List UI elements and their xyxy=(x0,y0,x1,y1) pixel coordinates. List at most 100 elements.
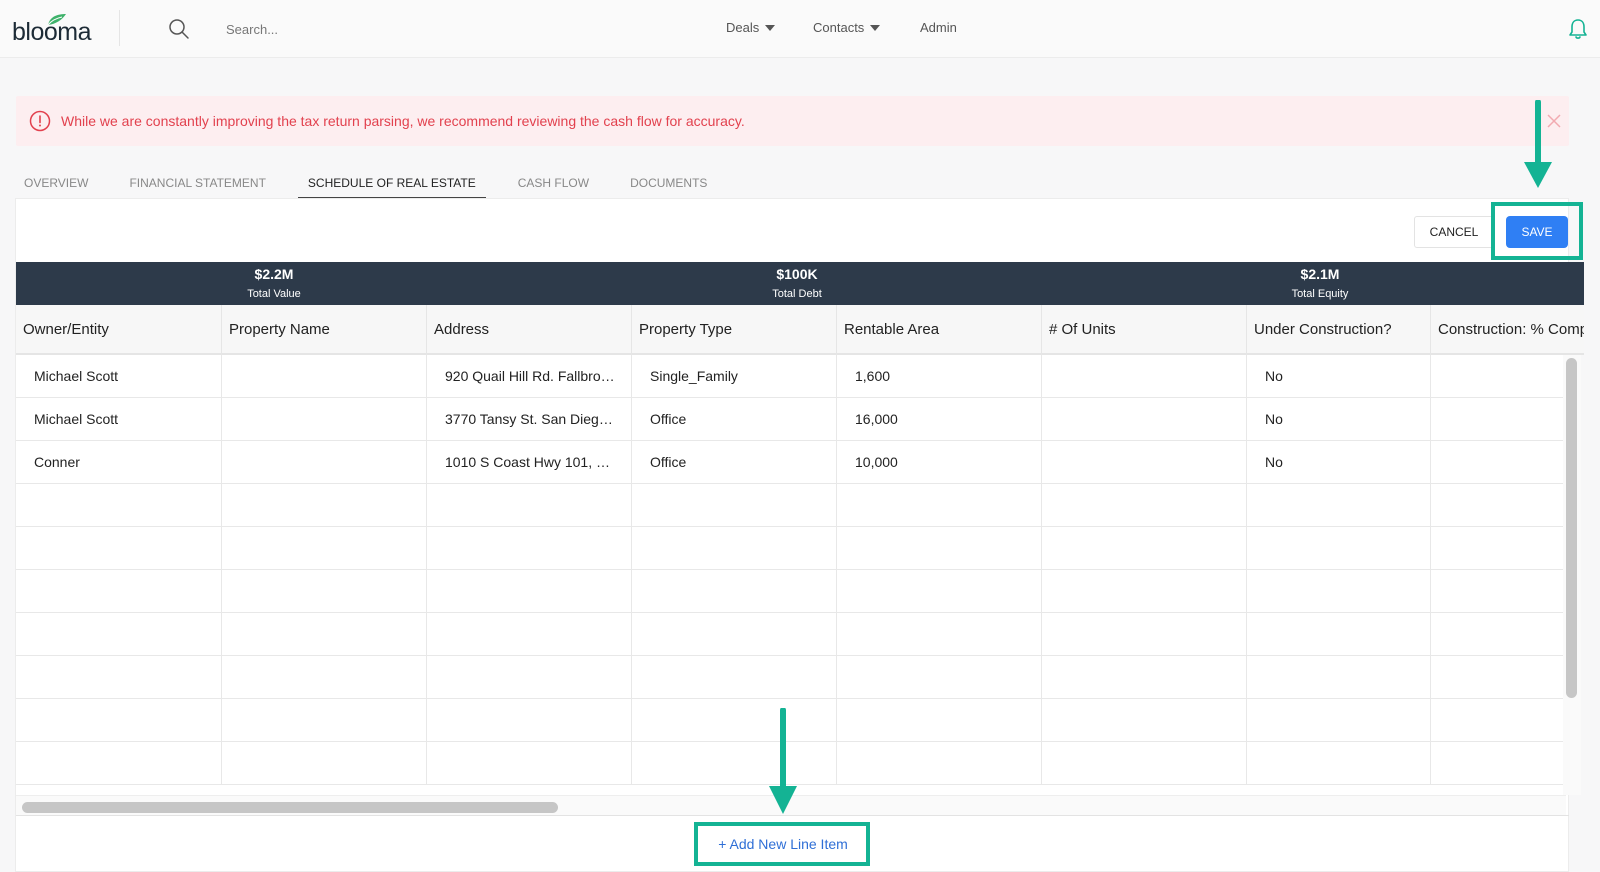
table-cell[interactable] xyxy=(222,484,427,527)
search-icon[interactable] xyxy=(168,18,190,40)
table-cell[interactable] xyxy=(1042,613,1247,656)
table-cell[interactable] xyxy=(1431,742,1566,785)
table-row[interactable] xyxy=(16,484,1566,527)
nav-deals[interactable]: Deals xyxy=(726,20,776,35)
save-button[interactable]: SAVE xyxy=(1506,216,1568,248)
table-cell[interactable] xyxy=(1247,613,1431,656)
table-cell[interactable] xyxy=(427,527,632,570)
table-row[interactable]: Michael Scott 920 Quail Hill Rd. Fallbro…… xyxy=(16,355,1566,398)
column-header[interactable]: Construction: % Comp xyxy=(1431,305,1584,355)
table-cell[interactable] xyxy=(1042,699,1247,742)
table-cell[interactable]: No xyxy=(1247,441,1431,484)
table-cell[interactable] xyxy=(1247,527,1431,570)
column-header[interactable]: Property Type xyxy=(632,305,837,355)
column-header[interactable]: Under Construction? xyxy=(1247,305,1431,355)
table-cell[interactable] xyxy=(1431,699,1566,742)
column-header[interactable]: Address xyxy=(427,305,632,355)
tab-cash-flow[interactable]: CASH FLOW xyxy=(509,164,598,198)
add-new-line-item-button[interactable]: + Add New Line Item xyxy=(700,826,866,862)
table-cell[interactable] xyxy=(632,699,837,742)
table-cell[interactable] xyxy=(1042,527,1247,570)
table-cell[interactable] xyxy=(1042,398,1247,441)
table-row[interactable] xyxy=(16,613,1566,656)
table-cell[interactable] xyxy=(222,570,427,613)
table-cell[interactable] xyxy=(1431,484,1566,527)
table-cell[interactable] xyxy=(1247,699,1431,742)
table-cell[interactable] xyxy=(837,570,1042,613)
table-cell[interactable]: Single_Family xyxy=(632,355,837,398)
table-cell[interactable] xyxy=(222,699,427,742)
column-header[interactable]: Owner/Entity xyxy=(16,305,222,355)
table-cell[interactable] xyxy=(427,613,632,656)
table-row[interactable] xyxy=(16,699,1566,742)
column-header[interactable]: Rentable Area xyxy=(837,305,1042,355)
tab-financial-statement[interactable]: FINANCIAL STATEMENT xyxy=(120,164,274,198)
table-cell[interactable] xyxy=(427,699,632,742)
table-cell[interactable] xyxy=(1042,656,1247,699)
close-icon[interactable] xyxy=(1546,113,1562,129)
table-row[interactable] xyxy=(16,742,1566,785)
table-cell[interactable]: Office xyxy=(632,398,837,441)
table-cell[interactable] xyxy=(837,699,1042,742)
vertical-scrollbar[interactable] xyxy=(1566,358,1577,698)
table-row[interactable]: Michael Scott 3770 Tansy St. San Dieg… Off… xyxy=(16,398,1566,441)
table-cell[interactable] xyxy=(427,570,632,613)
table-cell[interactable]: Michael Scott xyxy=(16,355,222,398)
table-cell[interactable] xyxy=(1042,355,1247,398)
search-input[interactable] xyxy=(226,17,526,41)
nav-admin[interactable]: Admin xyxy=(920,20,957,35)
table-cell[interactable] xyxy=(1431,570,1566,613)
table-cell[interactable] xyxy=(222,441,427,484)
table-cell[interactable]: No xyxy=(1247,355,1431,398)
bell-icon[interactable] xyxy=(1566,17,1590,41)
table-cell[interactable]: Office xyxy=(632,441,837,484)
table-cell[interactable] xyxy=(1247,484,1431,527)
table-cell[interactable] xyxy=(1042,441,1247,484)
table-cell[interactable] xyxy=(1431,441,1566,484)
table-cell[interactable]: 3770 Tansy St. San Dieg… xyxy=(427,398,632,441)
table-cell[interactable]: 10,000 xyxy=(837,441,1042,484)
blooma-logo[interactable]: blooma xyxy=(12,12,104,46)
table-cell[interactable] xyxy=(1431,613,1566,656)
table-cell[interactable] xyxy=(16,699,222,742)
table-cell[interactable]: 1,600 xyxy=(837,355,1042,398)
tab-overview[interactable]: OVERVIEW xyxy=(15,164,97,198)
table-cell[interactable] xyxy=(427,656,632,699)
table-cell[interactable] xyxy=(427,484,632,527)
table-cell[interactable]: 1010 S Coast Hwy 101, … xyxy=(427,441,632,484)
table-cell[interactable] xyxy=(837,613,1042,656)
table-cell[interactable] xyxy=(1431,398,1566,441)
tab-schedule-of-real-estate[interactable]: SCHEDULE OF REAL ESTATE xyxy=(297,164,486,198)
table-cell[interactable] xyxy=(1247,656,1431,699)
table-cell[interactable] xyxy=(837,527,1042,570)
table-cell[interactable] xyxy=(632,527,837,570)
table-row[interactable] xyxy=(16,570,1566,613)
table-cell[interactable]: Michael Scott xyxy=(16,398,222,441)
table-cell[interactable] xyxy=(1042,570,1247,613)
table-cell[interactable] xyxy=(1431,656,1566,699)
table-cell[interactable] xyxy=(222,398,427,441)
table-cell[interactable] xyxy=(632,613,837,656)
table-cell[interactable] xyxy=(632,656,837,699)
table-row[interactable]: Conner 1010 S Coast Hwy 101, … Office 10,00… xyxy=(16,441,1566,484)
table-row[interactable] xyxy=(16,527,1566,570)
table-cell[interactable] xyxy=(16,742,222,785)
table-cell[interactable] xyxy=(837,484,1042,527)
table-cell[interactable] xyxy=(1042,484,1247,527)
table-cell[interactable] xyxy=(1247,570,1431,613)
table-cell[interactable] xyxy=(222,527,427,570)
table-cell[interactable] xyxy=(632,484,837,527)
table-cell[interactable] xyxy=(16,484,222,527)
table-cell[interactable] xyxy=(1431,527,1566,570)
table-cell[interactable] xyxy=(632,742,837,785)
nav-contacts[interactable]: Contacts xyxy=(813,20,881,35)
table-cell[interactable] xyxy=(16,656,222,699)
table-cell[interactable] xyxy=(222,355,427,398)
table-cell[interactable] xyxy=(222,613,427,656)
table-cell[interactable] xyxy=(1247,742,1431,785)
table-cell[interactable] xyxy=(837,656,1042,699)
table-cell[interactable] xyxy=(1431,355,1566,398)
table-cell[interactable] xyxy=(837,742,1042,785)
cancel-button[interactable]: CANCEL xyxy=(1414,216,1494,248)
table-cell[interactable] xyxy=(427,742,632,785)
